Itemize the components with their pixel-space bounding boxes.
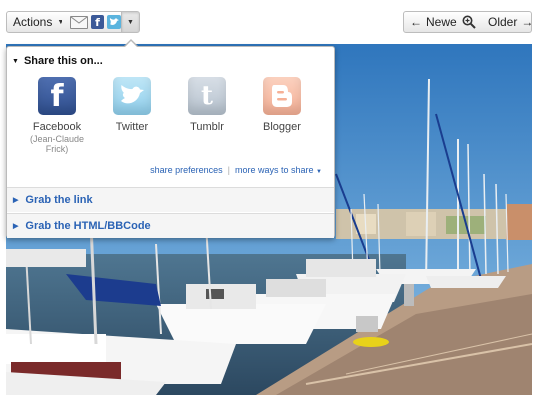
quick-share-group[interactable]: f: [62, 11, 122, 33]
arrow-right-icon: →: [521, 15, 534, 29]
email-icon[interactable]: [70, 15, 88, 29]
grab-html-section[interactable]: ▶ Grab the HTML/BBCode: [7, 213, 334, 238]
newer-button[interactable]: ← Newer: [403, 11, 461, 33]
popover-arrow-inner: [125, 41, 137, 47]
separator: |: [227, 165, 230, 175]
share-preferences-link[interactable]: share preferences: [150, 165, 223, 175]
grab-link-label: Grab the link: [25, 194, 93, 206]
blogger-icon: [263, 77, 301, 115]
newer-label: Newer: [426, 15, 461, 29]
twitter-icon: [113, 77, 151, 115]
share-heading-label: Share this on...: [23, 55, 103, 67]
more-ways-label: more ways to share: [235, 165, 314, 175]
arrow-left-icon: ←: [410, 15, 422, 29]
share-options-row: share preferences | more ways to share ▼: [150, 165, 322, 175]
tumblr-icon: t: [188, 77, 226, 115]
share-heading[interactable]: ▼ Share this on...: [12, 55, 103, 67]
share-facebook[interactable]: f Facebook (Jean-Claude Frick): [22, 77, 92, 154]
service-name: Facebook: [32, 121, 82, 133]
share-twitter[interactable]: Twitter: [97, 77, 167, 133]
share-tumblr[interactable]: t Tumblr: [172, 77, 242, 133]
grab-html-label: Grab the HTML/BBCode: [25, 220, 151, 232]
twitter-icon[interactable]: [107, 15, 122, 29]
older-button[interactable]: Older →: [480, 11, 534, 33]
service-name: Twitter: [115, 121, 149, 133]
more-ways-link[interactable]: more ways to share ▼: [235, 165, 322, 175]
collapse-triangle-icon: ▼: [12, 57, 19, 65]
older-label: Older: [488, 15, 518, 29]
share-popover: ▼ Share this on... f Facebook (Jean-Clau…: [6, 46, 335, 238]
facebook-icon: f: [38, 77, 76, 115]
grab-link-section[interactable]: ▶ Grab the link: [7, 187, 334, 212]
service-name: Blogger: [263, 121, 301, 133]
share-dropdown-button[interactable]: ▼: [121, 11, 140, 33]
chevron-down-icon: ▼: [316, 169, 322, 175]
service-name: Tumblr: [190, 121, 224, 133]
chevron-down-icon: ▼: [127, 18, 134, 26]
service-account: (Jean-Claude Frick): [29, 134, 85, 154]
expand-triangle-icon: ▶: [13, 197, 19, 204]
magnifier-icon: [462, 15, 476, 29]
expand-triangle-icon: ▶: [13, 223, 19, 230]
share-blogger[interactable]: Blogger: [247, 77, 317, 133]
actions-button[interactable]: Actions ▼: [6, 11, 64, 33]
actions-label: Actions: [13, 15, 53, 29]
zoom-button[interactable]: [457, 11, 481, 33]
facebook-icon[interactable]: f: [90, 15, 105, 29]
